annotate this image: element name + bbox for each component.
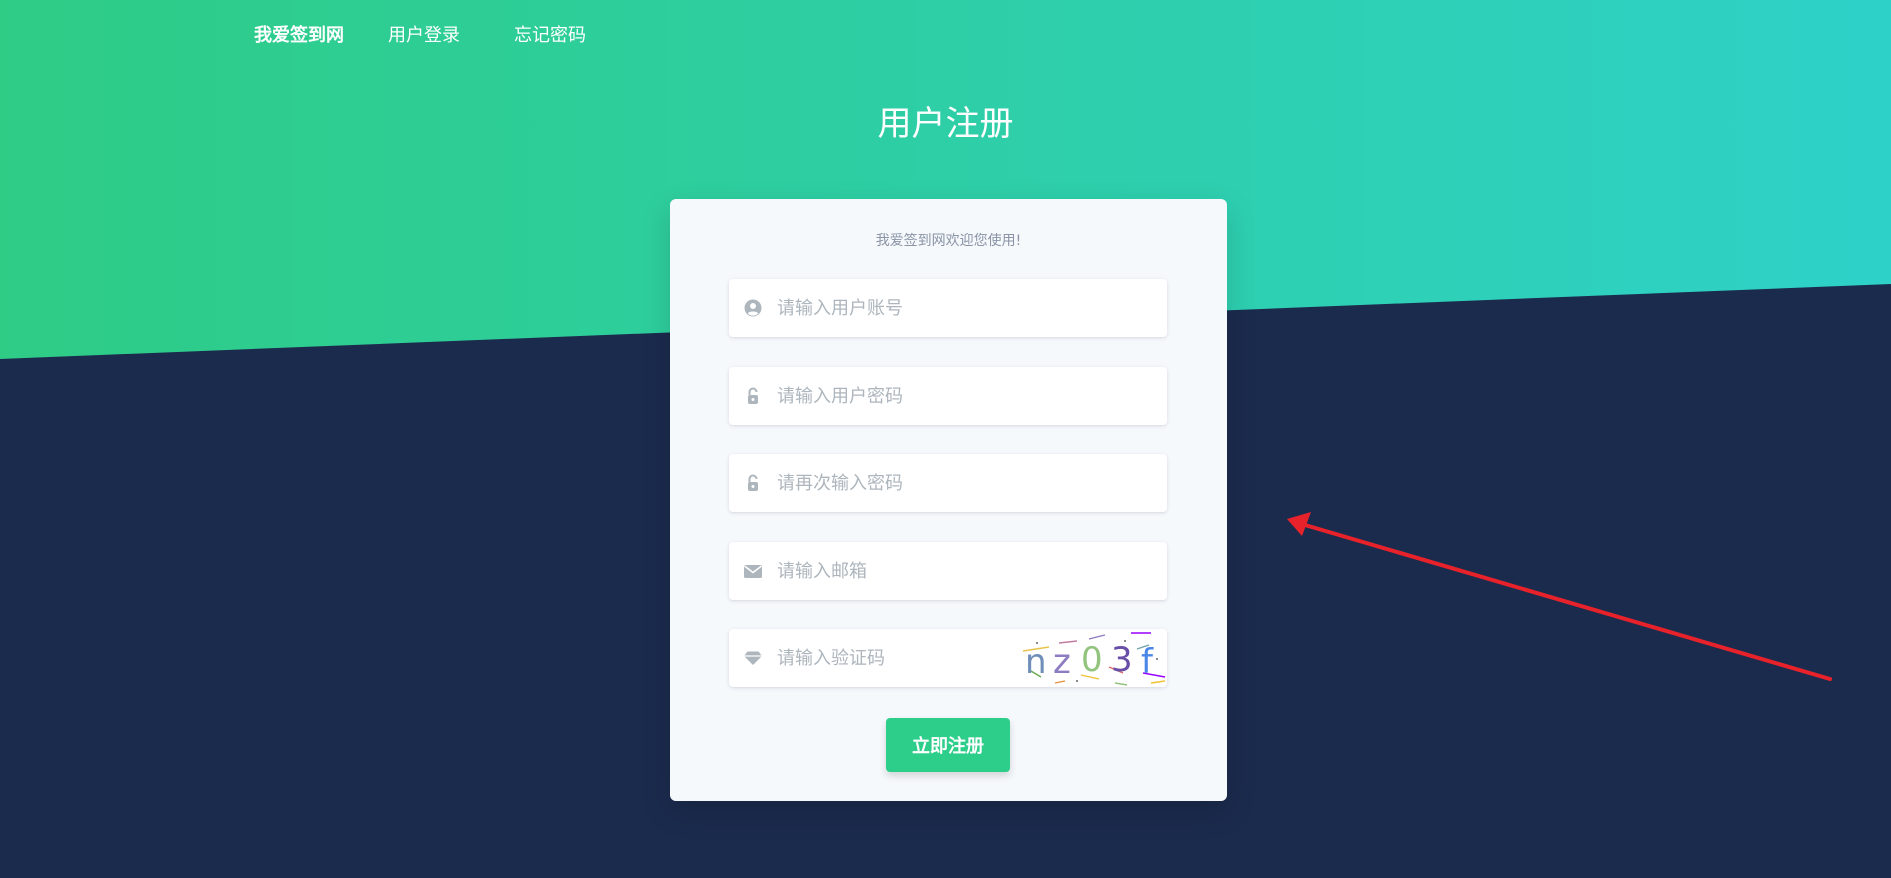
password-input[interactable] (777, 367, 1167, 425)
register-card: 我爱签到网欢迎您使用! 请输入用户账号 请输入邮箱 请输入验证码 n z 0 3… (670, 199, 1227, 801)
username-field (729, 279, 1167, 337)
brand-link[interactable]: 我爱签到网 (254, 21, 344, 47)
register-button[interactable]: 立即注册 (886, 718, 1010, 772)
captcha-char: f (1141, 642, 1154, 682)
nav-link-login[interactable]: 用户登录 (388, 21, 460, 47)
password-field (729, 367, 1167, 425)
confirm-password-field (729, 454, 1167, 512)
confirm-password-input[interactable] (777, 454, 1167, 512)
top-navigation: 我爱签到网 用户登录 忘记密码 (254, 20, 640, 48)
welcome-text: 我爱签到网欢迎您使用! (875, 233, 1022, 249)
email-input[interactable] (777, 542, 1167, 600)
envelope-icon (743, 561, 763, 581)
captcha-input[interactable] (777, 629, 1019, 687)
captcha-char: z (1053, 642, 1071, 682)
captcha-field: n z 0 3 f (729, 629, 1167, 687)
email-field (729, 542, 1167, 600)
captcha-char: n (1025, 642, 1047, 682)
nav-link-forgot-password[interactable]: 忘记密码 (514, 21, 586, 47)
captcha-char: 0 (1081, 640, 1103, 680)
unlock-icon (743, 473, 763, 493)
captcha-char: 3 (1111, 640, 1133, 680)
captcha-image[interactable]: n z 0 3 f (1019, 629, 1167, 687)
diamond-icon (743, 648, 763, 668)
page-title: 用户注册 (877, 104, 1014, 144)
unlock-icon (743, 386, 763, 406)
username-input[interactable] (777, 279, 1167, 337)
user-circle-icon (743, 298, 763, 318)
